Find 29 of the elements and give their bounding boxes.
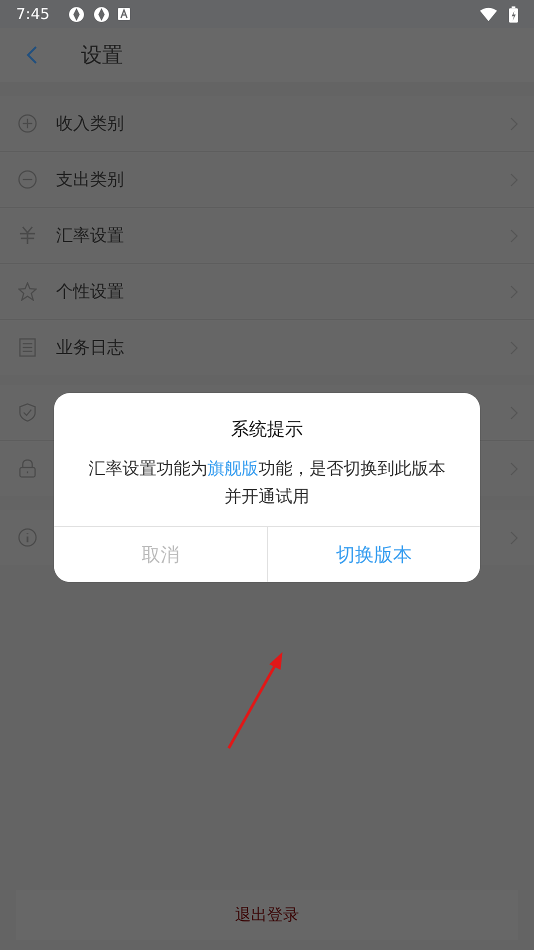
settings-label: 业务日志	[56, 337, 125, 359]
dialog-title: 系统提示	[231, 418, 303, 441]
settings-label: 个性设置	[56, 281, 125, 303]
page-title: 设置	[81, 42, 123, 69]
app-notification-icon	[68, 6, 85, 22]
battery-icon	[509, 6, 518, 22]
yen-icon	[18, 226, 37, 245]
lock-icon	[18, 459, 37, 478]
settings-row[interactable]: 个性设置	[0, 264, 534, 320]
settings-label: 支出类别	[56, 169, 125, 191]
settings-row[interactable]: 汇率设置	[0, 208, 534, 264]
settings-row[interactable]: 收入类别	[0, 96, 534, 152]
shield-icon	[18, 403, 37, 422]
app-notification-icon	[92, 6, 110, 22]
settings-label: 汇率设置	[56, 225, 125, 247]
confirm-button[interactable]: 切换版本	[266, 527, 480, 582]
wifi-icon	[480, 6, 497, 22]
settings-row[interactable]: 业务日志	[0, 320, 534, 375]
info-icon	[18, 528, 37, 547]
plus-circle-icon	[18, 114, 37, 133]
list-icon	[18, 338, 37, 357]
keyboard-icon	[118, 8, 130, 20]
minus-circle-icon	[18, 170, 37, 189]
status-time: 7:45	[16, 5, 50, 23]
back-icon[interactable]	[26, 45, 38, 65]
dialog-message: 汇率设置功能为旗舰版功能，是否切换到此版本并开通试用	[88, 458, 446, 509]
star-icon	[18, 282, 37, 301]
settings-row[interactable]: 支出类别	[0, 152, 534, 208]
settings-label: 收入类别	[56, 113, 125, 135]
